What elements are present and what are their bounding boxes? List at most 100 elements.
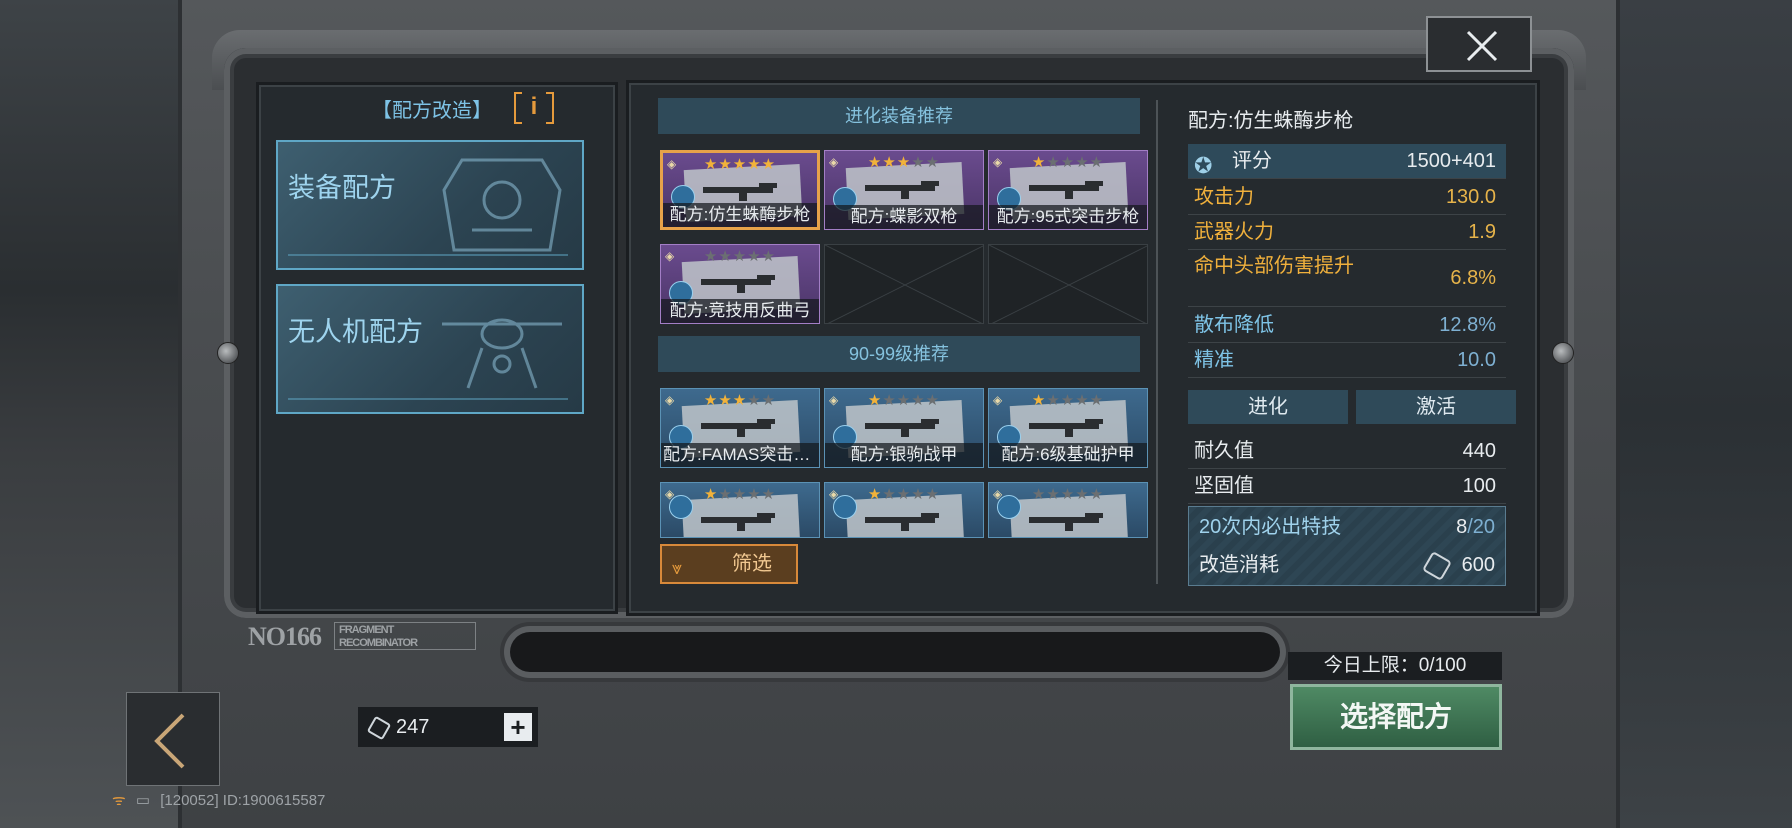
weapon-icon: [865, 513, 939, 531]
recipe-card[interactable]: ◈ ★★★★★ 配方:6级基础护甲: [988, 388, 1148, 468]
recipe-card[interactable]: ◈ ★★★★★ 配方:银驹战甲: [824, 388, 984, 468]
star-icon: ★: [882, 485, 897, 503]
recipe-card[interactable]: ◈ ★★★★★ 配方:95式突击步枪: [988, 150, 1148, 230]
recipe-card[interactable]: ◈ ★★★★★: [824, 482, 984, 538]
durability-value: 440: [1462, 440, 1496, 462]
star-icon: ★: [911, 485, 926, 503]
tab-evolve[interactable]: 进化: [1188, 390, 1348, 424]
star-rating: ★★★★★: [663, 155, 817, 173]
recipe-card[interactable]: ◈ ★★★★★ 配方:仿生蛛酶步枪: [660, 150, 820, 230]
daily-limit: 今日上限：0/100: [1288, 652, 1502, 680]
recipe-card[interactable]: ◈ ★★★★★ 配方:FAMAS突击步枪: [660, 388, 820, 468]
star-icon: ★: [747, 391, 762, 409]
star-icon: ★: [925, 485, 941, 503]
machine-nameplate: NO166 FRAGMENT RECOMBINATOR: [248, 622, 478, 654]
stat-row-headshot: 命中头部伤害提升 6.8%: [1188, 250, 1506, 307]
weapon-icon: [865, 181, 939, 199]
category-label: 装备配方: [288, 173, 396, 203]
currency-amount: 247: [396, 716, 430, 738]
add-currency-button[interactable]: +: [504, 713, 532, 741]
back-button[interactable]: [126, 692, 220, 786]
empty-slot: [824, 244, 984, 324]
cost-value: 600: [1461, 554, 1495, 576]
star-icon: ★: [747, 485, 762, 503]
star-icon: ★: [747, 155, 762, 173]
recipe-card-name: 配方:银驹战甲: [825, 443, 983, 467]
star-icon: ★: [1060, 153, 1076, 171]
recipe-card[interactable]: ◈ ★★★★★ 配方:蝶影双枪: [824, 150, 984, 230]
special-guarantee-box: 20次内必出特技 8/20 改造消耗 600: [1188, 506, 1506, 586]
star-icon: ★: [703, 391, 719, 409]
star-icon: ★: [896, 153, 912, 171]
rating-star-icon: ✪: [1194, 153, 1213, 178]
info-button[interactable]: i: [514, 92, 554, 124]
star-icon: ★: [747, 247, 762, 265]
weapon-icon: [703, 183, 777, 201]
star-icon: ★: [1089, 485, 1105, 503]
star-rating: ★★★★★: [661, 247, 819, 265]
drone-icon: [442, 318, 562, 389]
star-icon: ★: [1046, 485, 1061, 503]
filter-chevron-icon: ⩔: [672, 558, 683, 578]
star-icon: ★: [718, 391, 733, 409]
star-icon: ★: [761, 155, 777, 173]
durability-row: 耐久值 440: [1188, 434, 1506, 469]
star-icon: ★: [1060, 485, 1076, 503]
weapon-icon: [1029, 181, 1103, 199]
panel-divider: [1156, 100, 1158, 584]
durability-label: 耐久值: [1194, 440, 1254, 462]
star-icon: ★: [896, 485, 912, 503]
star-icon: ★: [703, 155, 719, 173]
special-current: 8: [1456, 516, 1468, 538]
screw-left: [217, 342, 239, 364]
filter-button[interactable]: ⩔ 筛选: [660, 544, 798, 584]
select-recipe-button[interactable]: 选择配方: [1290, 684, 1502, 750]
stat-value: 1.9: [1468, 221, 1496, 243]
recipe-card-name: 配方:FAMAS突击步枪: [661, 443, 819, 467]
star-icon: ★: [732, 155, 748, 173]
star-icon: ★: [1089, 153, 1105, 171]
star-icon: ★: [1089, 391, 1105, 409]
category-equipment-recipe[interactable]: 装备配方: [276, 140, 584, 270]
stat-value: 6.8%: [1450, 267, 1496, 289]
chevron-left-icon: [154, 713, 185, 769]
star-icon: ★: [732, 485, 748, 503]
nameplate-main: NO166: [248, 622, 322, 651]
special-label: 20次内必出特技: [1199, 516, 1342, 538]
weapon-icon: [701, 275, 775, 293]
category-label: 无人机配方: [288, 317, 423, 347]
star-rating: ★★★★★: [825, 153, 983, 171]
star-icon: ★: [882, 391, 897, 409]
star-icon: ★: [718, 247, 733, 265]
background-right: [1612, 0, 1792, 828]
recipe-card[interactable]: ◈ ★★★★★ 配方:竞技用反曲弓: [660, 244, 820, 324]
star-icon: ★: [911, 391, 926, 409]
star-icon: ★: [761, 247, 777, 265]
fragment-cube-icon: [366, 715, 392, 741]
star-icon: ★: [1031, 153, 1047, 171]
section-header-level: 90-99级推荐: [658, 336, 1140, 372]
category-drone-recipe[interactable]: 无人机配方: [276, 284, 584, 414]
weapon-icon: [1029, 513, 1103, 531]
star-icon: ★: [882, 153, 897, 171]
star-icon: ★: [867, 391, 883, 409]
panel-title: 【配方改造】: [372, 100, 492, 122]
machine-slot: [510, 632, 1280, 672]
level-badge-icon: [997, 495, 1021, 519]
level-badge-icon: [833, 495, 857, 519]
star-icon: ★: [703, 485, 719, 503]
star-icon: ★: [718, 155, 733, 173]
stat-label: 命中头部伤害提升: [1194, 255, 1354, 277]
close-button[interactable]: [1426, 16, 1532, 72]
section-header-evolve: 进化装备推荐: [658, 98, 1140, 134]
special-total: /20: [1467, 516, 1495, 538]
filter-label: 筛选: [732, 553, 772, 575]
recipe-card[interactable]: ◈ ★★★★★: [660, 482, 820, 538]
star-rating: ★★★★★: [661, 391, 819, 409]
empty-slot: [988, 244, 1148, 324]
sturdiness-value: 100: [1462, 475, 1496, 497]
tab-activate[interactable]: 激活: [1356, 390, 1516, 424]
star-icon: ★: [1046, 153, 1061, 171]
rating-label: 评分: [1232, 150, 1272, 172]
recipe-card[interactable]: ◈ ★★★★★: [988, 482, 1148, 538]
